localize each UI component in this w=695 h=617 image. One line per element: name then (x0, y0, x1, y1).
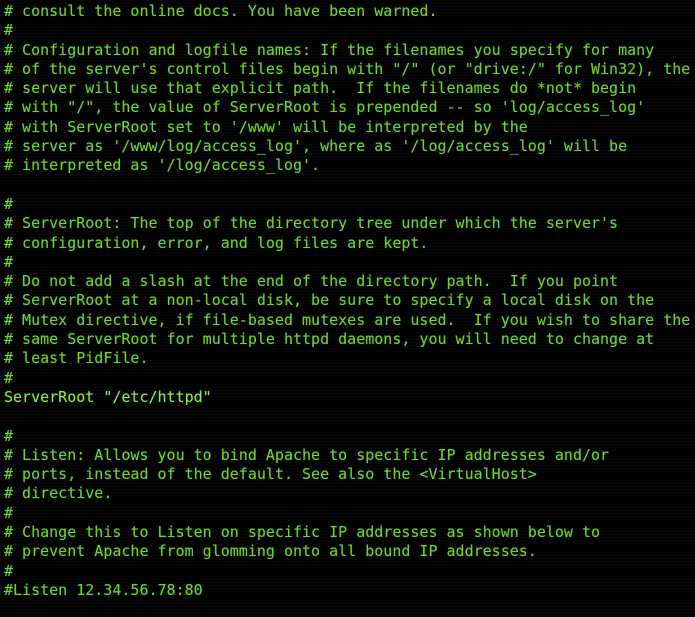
terminal-line: # (4, 252, 14, 271)
terminal-line: # Mutex directive, if file-based mutexes… (4, 310, 691, 329)
terminal-line: # (4, 368, 14, 387)
terminal-line: # ServerRoot: The top of the directory t… (4, 214, 619, 233)
terminal-line: # (4, 503, 14, 522)
terminal-line: # consult the online docs. You have been… (4, 2, 438, 20)
terminal-line: # of the server's control files begin wi… (4, 59, 691, 78)
terminal-line: # with "/", the value of ServerRoot is p… (4, 98, 646, 117)
terminal-line: # ports, instead of the default. See als… (4, 465, 537, 484)
terminal-line: # ServerRoot at a non-local disk, be sur… (4, 291, 655, 310)
terminal-line: # interpreted as '/log/access_log'. (4, 156, 321, 175)
terminal-line: # same ServerRoot for multiple httpd dae… (4, 330, 655, 349)
terminal-line: # directive. (4, 484, 113, 503)
pager-status-line[interactable]: --More--(15%) (4, 600, 695, 617)
terminal-line: # server will use that explicit path. If… (4, 79, 637, 98)
terminal-line: #Listen 12.34.56.78:80 (4, 580, 203, 599)
terminal-line: # least PidFile. (4, 349, 149, 368)
terminal-line: # configuration, error, and log files ar… (4, 233, 429, 252)
terminal-line: # Configuration and logfile names: If th… (4, 40, 655, 59)
terminal-line: # Change this to Listen on specific IP a… (4, 523, 601, 542)
terminal-line: # (4, 561, 14, 580)
terminal-line: # (4, 21, 14, 40)
terminal-line: # server as '/www/log/access_log', where… (4, 137, 628, 156)
terminal-output: # consult the online docs. You have been… (4, 2, 695, 600)
terminal-line: ServerRoot "/etc/httpd" (4, 387, 212, 406)
terminal-line: # (4, 194, 14, 213)
terminal-line: # (4, 426, 14, 445)
terminal-line: # with ServerRoot set to '/www' will be … (4, 117, 528, 136)
terminal-line: # Do not add a slash at the end of the d… (4, 272, 619, 291)
terminal-line: # Listen: Allows you to bind Apache to s… (4, 445, 610, 464)
terminal-line: # prevent Apache from glomming onto all … (4, 542, 537, 561)
terminal-screen[interactable]: # consult the online docs. You have been… (0, 0, 695, 617)
